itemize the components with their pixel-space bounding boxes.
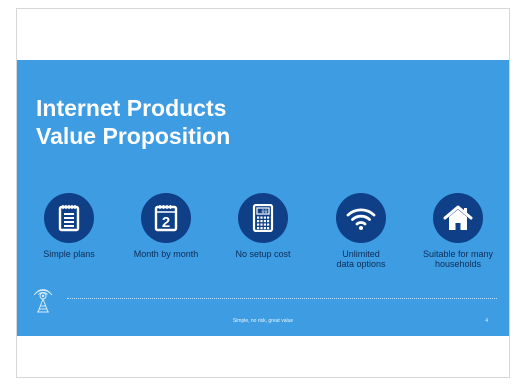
feature-icon-circle: 00 <box>238 193 288 243</box>
calendar-number: 2 <box>162 214 170 231</box>
feature-label: No setup cost <box>235 249 291 259</box>
slide-page-number: 4 <box>485 318 488 324</box>
feature-simple-plans: Simple plans <box>19 193 119 259</box>
page: Internet Products Value Proposition Simp… <box>0 0 528 384</box>
calculator-icon: 00 <box>252 204 274 232</box>
feature-icon-circle: 2 <box>141 193 191 243</box>
footer-dotted-divider <box>67 298 497 299</box>
title-line-1: Internet Products <box>36 95 227 121</box>
house-icon <box>443 205 473 230</box>
feature-month-by-month: 2 Month by month <box>116 193 216 259</box>
feature-unlimited-data: Unlimited data options <box>311 193 411 269</box>
title-line-2: Value Proposition <box>36 123 231 149</box>
calculator-display: 00 <box>261 209 267 215</box>
notepad-icon <box>58 205 80 232</box>
feature-icon-circle <box>433 193 483 243</box>
feature-label: Suitable for many households <box>422 249 494 269</box>
feature-label: Simple plans <box>43 249 95 259</box>
slide-footer-text: Simple, no risk, great value <box>232 318 294 324</box>
feature-label: Unlimited data options <box>336 249 386 269</box>
calendar-icon: 2 <box>154 205 178 232</box>
feature-icon-circle <box>336 193 386 243</box>
wifi-icon <box>346 208 376 230</box>
radio-tower-icon <box>33 289 53 313</box>
slide: Internet Products Value Proposition Simp… <box>17 60 509 336</box>
feature-icon-circle <box>44 193 94 243</box>
feature-row: Simple plans 2 Month by month 00 No setu… <box>17 193 509 293</box>
slide-title: Internet Products Value Proposition <box>36 94 230 150</box>
feature-no-setup-cost: 00 No setup cost <box>213 193 313 259</box>
feature-label: Month by month <box>133 249 199 259</box>
feature-households: Suitable for many households <box>408 193 508 269</box>
